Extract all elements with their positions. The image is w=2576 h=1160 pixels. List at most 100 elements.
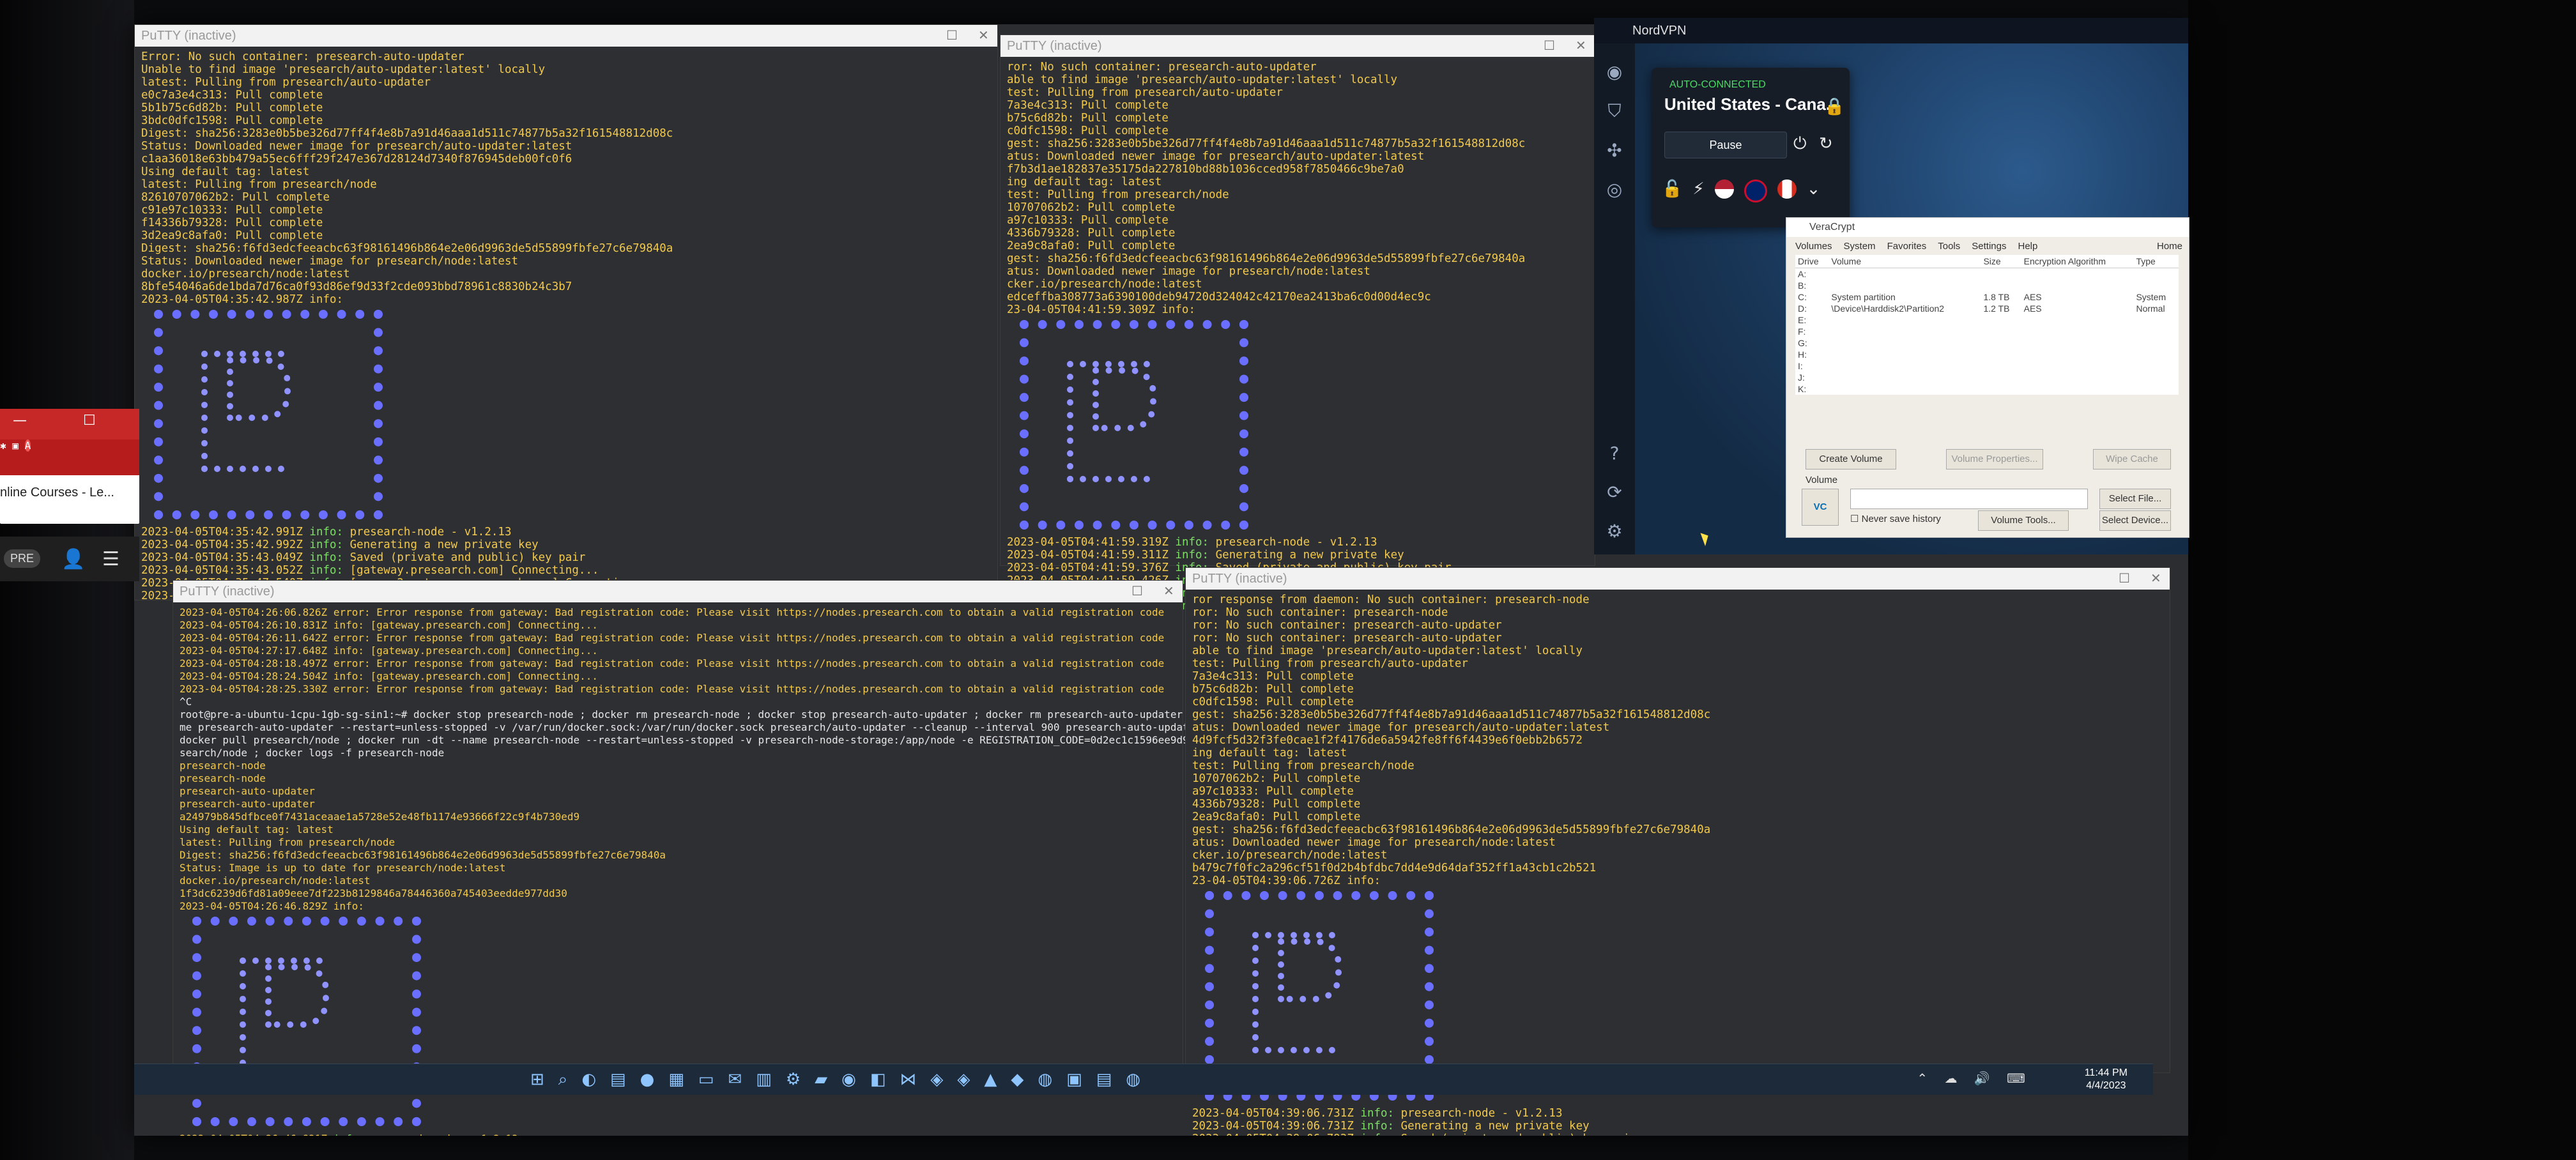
create-volume-button[interactable]: Create Volume (1805, 449, 1896, 469)
select-file-button[interactable]: Select File... (2099, 489, 2171, 509)
profile-avatar[interactable]: A (24, 439, 31, 452)
terminal-icon[interactable]: ▭ (698, 1070, 714, 1090)
app-icon[interactable]: ▣ (1066, 1070, 1082, 1090)
drive-row[interactable]: J: (1795, 372, 2179, 383)
maximize-icon[interactable]: ☐ (1544, 38, 1555, 53)
lock-icon[interactable]: 🔓 (1662, 179, 1682, 202)
pre-badge[interactable]: PRE (4, 549, 41, 568)
sidebar-icon[interactable]: ▣ (12, 439, 19, 452)
menu-home[interactable]: Home (2157, 241, 2182, 252)
col-size[interactable]: Size (1981, 255, 2021, 268)
terminal-output[interactable]: 2023-04-05T04:26:06.826Z error: Error re… (173, 602, 1294, 1136)
side-browser-window[interactable]: — ☐ ✱ ▣ A nline Courses - Le... (0, 409, 139, 524)
lightning-icon[interactable]: ⚡ (1692, 179, 1704, 202)
drive-row[interactable]: I: (1795, 360, 2179, 372)
log-timestamp: 2023-04-05T04:35:43.049Z (141, 551, 310, 564)
putty-window-2[interactable]: PuTTY (inactive) ☐ ✕ ror: No such contai… (1000, 34, 1595, 613)
terminal-output[interactable]: Error: No such container: presearch-auto… (135, 47, 997, 606)
volume-path-select[interactable] (1850, 489, 2088, 509)
menu-tools[interactable]: Tools (1938, 241, 1960, 252)
wipe-cache-button[interactable]: Wipe Cache (2093, 449, 2171, 469)
globe-icon[interactable]: ◉ (1594, 61, 1635, 82)
help-icon[interactable]: ? (1594, 443, 1635, 464)
drive-row[interactable]: K: (1795, 383, 2179, 395)
target-icon[interactable]: ◎ (1594, 179, 1635, 200)
maximize-icon[interactable]: ☐ (83, 413, 96, 429)
notification-icon[interactable]: ⟳ (1594, 482, 1635, 503)
minimize-icon[interactable]: — (13, 413, 27, 429)
pause-button[interactable]: Pause (1664, 132, 1787, 158)
chrome-icon[interactable]: ◉ (841, 1070, 856, 1090)
mail-icon[interactable]: ✉ (728, 1070, 742, 1090)
veracrypt-window[interactable]: VeraCrypt Volumes System Favorites Tools… (1786, 217, 2189, 538)
col-volume[interactable]: Volume (1828, 255, 1981, 268)
drive-row[interactable]: E: (1795, 314, 2179, 326)
terminal-output[interactable]: ror: No such container: presearch-auto-u… (1000, 57, 1595, 616)
select-device-button[interactable]: Select Device... (2099, 510, 2171, 531)
drive-row[interactable]: H: (1795, 349, 2179, 360)
menu-favorites[interactable]: Favorites (1887, 241, 1927, 252)
gear-icon[interactable]: ⚙ (1594, 521, 1635, 542)
putty-icon[interactable]: ◈ (930, 1070, 943, 1090)
shield-icon[interactable]: ⛉ (1594, 100, 1635, 122)
volume-tools-button[interactable]: Volume Tools... (1978, 510, 2069, 531)
meshnet-icon[interactable]: ✣ (1594, 140, 1635, 161)
spotify-icon[interactable]: ● (640, 1070, 655, 1090)
store-icon[interactable]: ▦ (668, 1070, 684, 1090)
drive-row[interactable]: C: System partition 1.8 TB AES System (1795, 291, 2179, 303)
lock-icon[interactable]: 🔒 (1824, 97, 1844, 116)
start-icon[interactable]: ⊞ (530, 1070, 544, 1090)
system-tray[interactable]: ⌃ ☁ 🔊 ⌨ (1917, 1071, 2032, 1086)
drive-row[interactable]: F: (1795, 326, 2179, 337)
nordvpn-icon[interactable]: ▲ (984, 1070, 997, 1090)
putty-window-4[interactable]: PuTTY (inactive) ☐ ✕ ror response from d… (1185, 567, 2170, 1136)
putty-icon-2[interactable]: ◈ (957, 1070, 970, 1090)
taskbar-clock[interactable]: 11:44 PM 4/4/2023 (2085, 1067, 2128, 1092)
drive-row[interactable]: A: (1795, 268, 2179, 280)
putty-window-3[interactable]: PuTTY (inactive) ☐ ✕ 2023-04-05T04:26:06… (172, 580, 1294, 1136)
menu-system[interactable]: System (1844, 241, 1876, 252)
terminal-output[interactable]: ror response from daemon: No such contai… (1186, 590, 2170, 1136)
menu-icon[interactable]: ☰ (102, 548, 119, 570)
close-icon[interactable]: ✕ (2150, 570, 2161, 586)
menu-help[interactable]: Help (2018, 241, 2037, 252)
drive-row[interactable]: D: \Device\Harddisk2\Partition2 1.2 TB AES N… (1795, 303, 2179, 314)
onenote-icon[interactable]: ◧ (870, 1070, 886, 1090)
network-icon[interactable]: ◍ (1038, 1070, 1052, 1090)
us-flag-icon[interactable] (1714, 179, 1734, 199)
drive-row[interactable]: G: (1795, 337, 2179, 349)
settings-icon[interactable]: ⚙ (786, 1070, 801, 1090)
app-icon-2[interactable]: ▤ (1096, 1070, 1112, 1090)
volume-properties-button[interactable]: Volume Properties... (1946, 449, 2043, 469)
close-icon[interactable]: ✕ (978, 27, 989, 43)
explorer-icon[interactable]: ▰ (815, 1070, 827, 1090)
calculator-icon[interactable]: ▥ (756, 1070, 772, 1090)
search-icon[interactable]: ⌕ (558, 1070, 568, 1090)
canada-flag-icon[interactable] (1777, 179, 1797, 199)
power-icon[interactable]: ⏻ (1793, 134, 1807, 154)
account-icon[interactable]: 👤 (61, 548, 85, 570)
menu-settings[interactable]: Settings (1972, 241, 2006, 252)
app-icon-3[interactable]: ◍ (1126, 1070, 1140, 1090)
col-type[interactable]: Type (2133, 255, 2179, 268)
extensions-icon[interactable]: ✱ (0, 439, 6, 452)
refresh-icon[interactable]: ↻ (1819, 134, 1833, 153)
edge-icon[interactable]: ◐ (581, 1070, 596, 1090)
col-algorithm[interactable]: Encryption Algorithm (2021, 255, 2134, 268)
vscode-icon[interactable]: ⋈ (900, 1070, 916, 1090)
chevron-down-icon[interactable]: ⌄ (1807, 179, 1821, 202)
drive-table[interactable]: Drive Volume Size Encryption Algorithm T… (1795, 255, 2179, 395)
drive-row[interactable]: B: (1795, 280, 2179, 291)
col-drive[interactable]: Drive (1795, 255, 1829, 268)
maximize-icon[interactable]: ☐ (1131, 583, 1143, 599)
folder-icon[interactable]: ▤ (610, 1070, 626, 1090)
putty-window-1[interactable]: PuTTY (inactive) ☐ ✕ Error: No such cont… (134, 24, 998, 602)
uk-flag-icon[interactable] (1744, 179, 1767, 202)
veracrypt-icon[interactable]: ◆ (1011, 1070, 1023, 1090)
never-save-history-checkbox[interactable]: ☐ Never save history (1850, 513, 1941, 524)
maximize-icon[interactable]: ☐ (946, 27, 958, 43)
close-icon[interactable]: ✕ (1575, 38, 1586, 53)
menu-volumes[interactable]: Volumes (1795, 241, 1832, 252)
maximize-icon[interactable]: ☐ (2119, 570, 2130, 586)
close-icon[interactable]: ✕ (1163, 583, 1174, 599)
